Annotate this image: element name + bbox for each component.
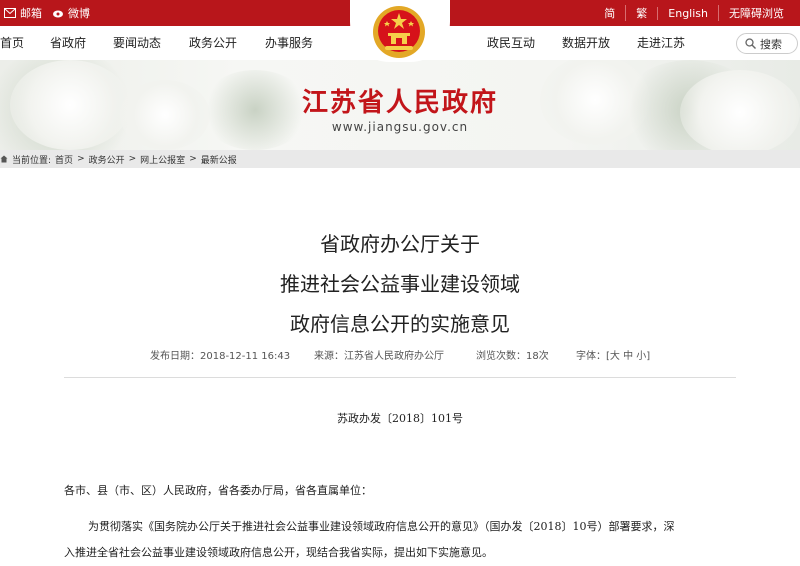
home-icon [0, 155, 8, 163]
breadcrumb-item-government-affairs[interactable]: 政务公开 [89, 153, 125, 166]
nav-item-news[interactable]: 要闻动态 [113, 26, 161, 60]
paragraph-line-2: 入推进全省社会公益事业建设领域政府信息公开，现结合我省实际，提出如下实施意见。 [64, 546, 493, 559]
nav-item-open-data[interactable]: 数据开放 [562, 26, 610, 60]
article-title-line-2: 推进社会公益事业建设领域 [280, 272, 520, 296]
breadcrumb-separator: > [77, 154, 85, 164]
accessibility-link[interactable]: 无障碍浏览 [718, 5, 794, 21]
breadcrumb-item-gazette-room[interactable]: 网上公报室 [140, 153, 185, 166]
breadcrumb-separator: > [128, 154, 137, 164]
breadcrumb-prefix: 当前位置: [12, 155, 52, 166]
document-number: 苏政办发〔2018〕101号 [337, 412, 463, 425]
breadcrumb-separator: > [189, 154, 197, 164]
simplified-chinese-link[interactable]: 简 [594, 5, 625, 21]
nav-item-government-affairs[interactable]: 政务公开 [189, 26, 237, 60]
search-icon [745, 38, 756, 49]
weibo-icon [53, 10, 63, 18]
nav-item-interaction[interactable]: 政民互动 [487, 26, 535, 60]
mail-icon [4, 8, 16, 18]
font-size-switch[interactable]: 字体：[大 中 小] [576, 347, 650, 362]
search-box[interactable]: 搜索 [736, 33, 798, 54]
traditional-chinese-link[interactable]: 繁 [625, 5, 657, 21]
salutation: 各市、县（市、区）人民政府，省各委办厅局，省各直属单位： [64, 484, 372, 497]
article-source: 来源：江苏省人民政府办公厅 [314, 351, 444, 362]
view-count: 浏览次数：18次 [476, 351, 549, 362]
mail-label: 邮箱 [20, 7, 42, 20]
search-label: 搜索 [760, 37, 782, 51]
divider [64, 377, 736, 378]
nav-item-about-jiangsu[interactable]: 走进江苏 [637, 26, 685, 60]
site-url: www.jiangsu.gov.cn [331, 120, 469, 134]
breadcrumb-item-latest-gazette[interactable]: 最新公报 [201, 153, 237, 166]
weibo-label: 微博 [68, 7, 90, 20]
breadcrumb-item-home[interactable]: 首页 [55, 153, 73, 166]
nav-item-provincial-government[interactable]: 省政府 [50, 26, 86, 60]
paragraph-line-1: 为贯彻落实《国务院办公厅关于推进社会公益事业建设领域政府信息公开的意见》（国办发… [88, 520, 675, 533]
site-title: 江苏省人民政府 [301, 88, 498, 118]
publish-date: 发布日期：2018-12-11 16:43 [150, 351, 291, 362]
nav-item-services[interactable]: 办事服务 [265, 26, 313, 60]
article-title-line-3: 政府信息公开的实施意见 [290, 312, 510, 336]
national-emblem-icon[interactable] [365, 4, 433, 60]
mail-link[interactable]: 邮箱 [4, 5, 42, 21]
weibo-link[interactable]: 微博 [52, 5, 90, 21]
breadcrumb: 当前位置: 首页 > 政务公开 > 网上公报室 > 最新公报 [0, 150, 800, 168]
english-link[interactable]: English [657, 6, 718, 20]
article-title-line-1: 省政府办公厅关于 [320, 232, 480, 256]
nav-item-home[interactable]: 首页 [0, 26, 24, 60]
